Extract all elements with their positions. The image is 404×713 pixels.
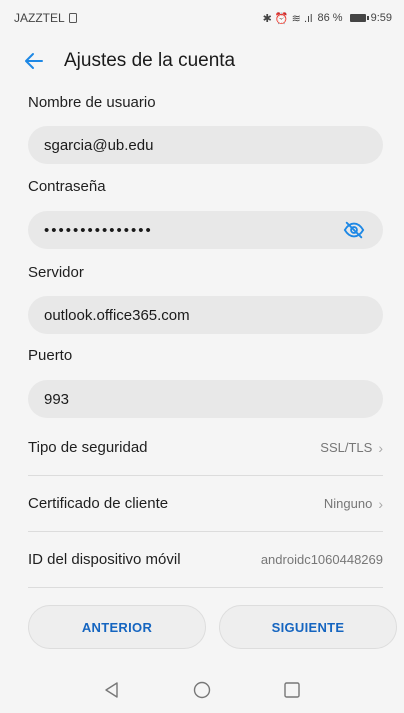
security-type-row[interactable]: Tipo de seguridad SSL/TLS › [28, 420, 383, 476]
server-field[interactable]: outlook.office365.com [28, 296, 383, 334]
chevron-right-icon: › [378, 495, 383, 512]
username-field[interactable]: sgarcia@ub.edu [28, 126, 383, 164]
carrier-name: JAZZTEL [14, 11, 65, 25]
status-bar: JAZZTEL ✱ ⏰ ≋ .ıl 86 % 9:59 [0, 0, 404, 36]
status-left: JAZZTEL [14, 11, 77, 25]
server-value: outlook.office365.com [44, 306, 190, 324]
server-label: Servidor [28, 264, 84, 281]
previous-button[interactable]: ANTERIOR [28, 605, 206, 649]
triangle-back-icon[interactable] [102, 680, 122, 700]
page-title: Ajustes de la cuenta [64, 50, 236, 71]
port-field[interactable]: 993 [28, 380, 383, 418]
status-icons: ✱ ⏰ ≋ .ıl [262, 12, 313, 25]
client-certificate-row[interactable]: Certificado de cliente Ninguno › [28, 476, 383, 532]
port-label: Puerto [28, 347, 73, 364]
security-type-value-group: SSL/TLS › [320, 440, 383, 456]
arrow-left-icon[interactable] [22, 49, 46, 73]
battery-icon [349, 14, 369, 22]
client-certificate-value: Ninguno [323, 496, 373, 511]
device-id-row: ID del dispositivo móvil androidc1060448… [28, 532, 383, 588]
port-value: 993 [44, 390, 70, 408]
app-bar: Ajustes de la cuenta [0, 36, 404, 86]
square-recents-icon[interactable] [282, 680, 302, 700]
username-label: Nombre de usuario [28, 94, 156, 111]
username-value: sgarcia@ub.edu [44, 136, 154, 154]
password-field[interactable]: ••••••••••••••• [28, 211, 383, 249]
device-id-label: ID del dispositivo móvil [28, 551, 181, 568]
device-id-value: androidc1060448269 [260, 552, 383, 567]
client-certificate-label: Certificado de cliente [28, 495, 169, 512]
next-button[interactable]: SIGUIENTE [219, 605, 397, 649]
security-type-value: SSL/TLS [320, 440, 373, 455]
battery-percent: 86 % [317, 12, 343, 24]
eye-off-icon[interactable] [343, 219, 365, 241]
clock: 9:59 [370, 12, 392, 24]
system-nav-bar [0, 667, 404, 713]
sim-icon [68, 13, 77, 23]
password-value: ••••••••••••••• [44, 221, 153, 239]
chevron-right-icon: › [378, 439, 383, 456]
client-certificate-value-group: Ninguno › [324, 496, 383, 512]
password-label: Contraseña [28, 178, 106, 195]
security-type-label: Tipo de seguridad [28, 439, 148, 456]
circle-home-icon[interactable] [192, 680, 212, 700]
status-right: ✱ ⏰ ≋ .ıl 86 % 9:59 [263, 12, 392, 25]
